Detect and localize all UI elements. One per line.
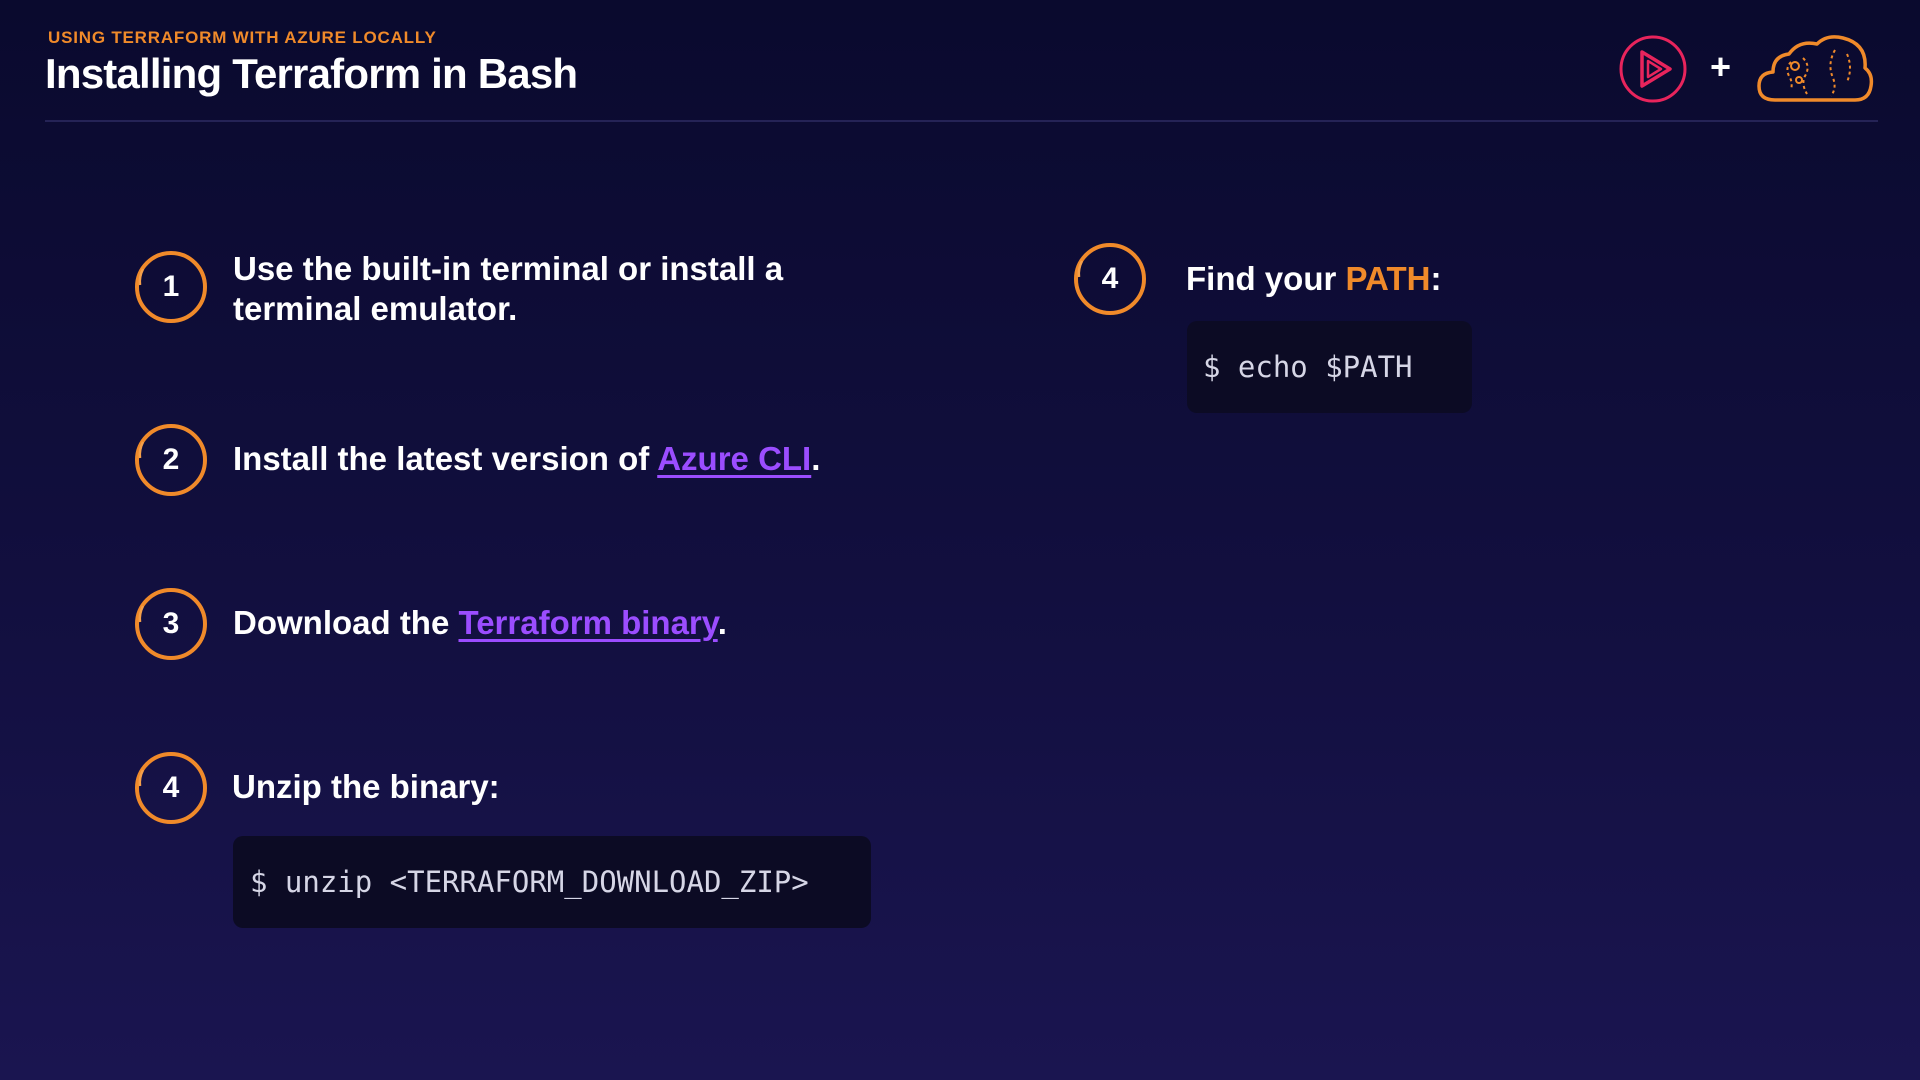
step-text: Find your PATH: xyxy=(1186,259,1441,299)
step-number-badge: 4 xyxy=(133,750,209,826)
step-text-line-1: Use the built-in terminal or install a xyxy=(233,250,784,287)
path-highlight: PATH xyxy=(1345,260,1431,297)
step-text: Install the latest version of Azure CLI. xyxy=(233,439,820,479)
step-number: 1 xyxy=(162,270,180,303)
slide-title: Installing Terraform in Bash xyxy=(45,50,578,97)
step-number-badge: 1 xyxy=(133,249,209,325)
terraform-binary-link[interactable]: Terraform binary xyxy=(459,604,718,641)
step-number: 4 xyxy=(162,771,180,804)
step-text-prefix: Find your xyxy=(1186,260,1346,297)
step-number-badge: 4 xyxy=(1072,241,1148,317)
step-text-line-2: terminal emulator. xyxy=(233,290,518,327)
logo-group: + xyxy=(1618,30,1878,106)
play-logo-icon xyxy=(1619,35,1687,103)
step-text-suffix: . xyxy=(717,604,727,641)
cloud-logo-icon xyxy=(1757,35,1874,102)
echo-path-command: $ echo $PATH xyxy=(1203,350,1413,384)
step-number: 3 xyxy=(162,607,180,640)
step-text-prefix: Download the xyxy=(233,604,459,641)
step-number-badge: 3 xyxy=(133,586,209,662)
unzip-command: $ unzip <TERRAFORM_DOWNLOAD_ZIP> xyxy=(250,865,809,899)
slide-eyebrow: USING TERRAFORM WITH AZURE LOCALLY xyxy=(48,28,437,47)
echo-path-code-block[interactable]: $ echo $PATH xyxy=(1187,321,1472,413)
azure-cli-link[interactable]: Azure CLI xyxy=(657,440,811,477)
slide-header: USING TERRAFORM WITH AZURE LOCALLY Insta… xyxy=(45,26,1878,122)
unzip-command-code-block[interactable]: $ unzip <TERRAFORM_DOWNLOAD_ZIP> xyxy=(233,836,871,928)
header-divider xyxy=(45,120,1878,122)
step-text-suffix: . xyxy=(811,440,821,477)
step-number: 4 xyxy=(1101,262,1119,295)
plus-sign: + xyxy=(1710,46,1732,87)
step-text-prefix: Install the latest version of xyxy=(233,440,658,477)
step-number: 2 xyxy=(162,443,180,476)
step-text: Download the Terraform binary. xyxy=(233,603,727,643)
step-number-badge: 2 xyxy=(133,422,209,498)
step-text: Use the built-in terminal or install a t… xyxy=(233,249,783,329)
step-text-suffix: : xyxy=(1430,260,1442,297)
step-text: Unzip the binary: xyxy=(232,768,500,805)
